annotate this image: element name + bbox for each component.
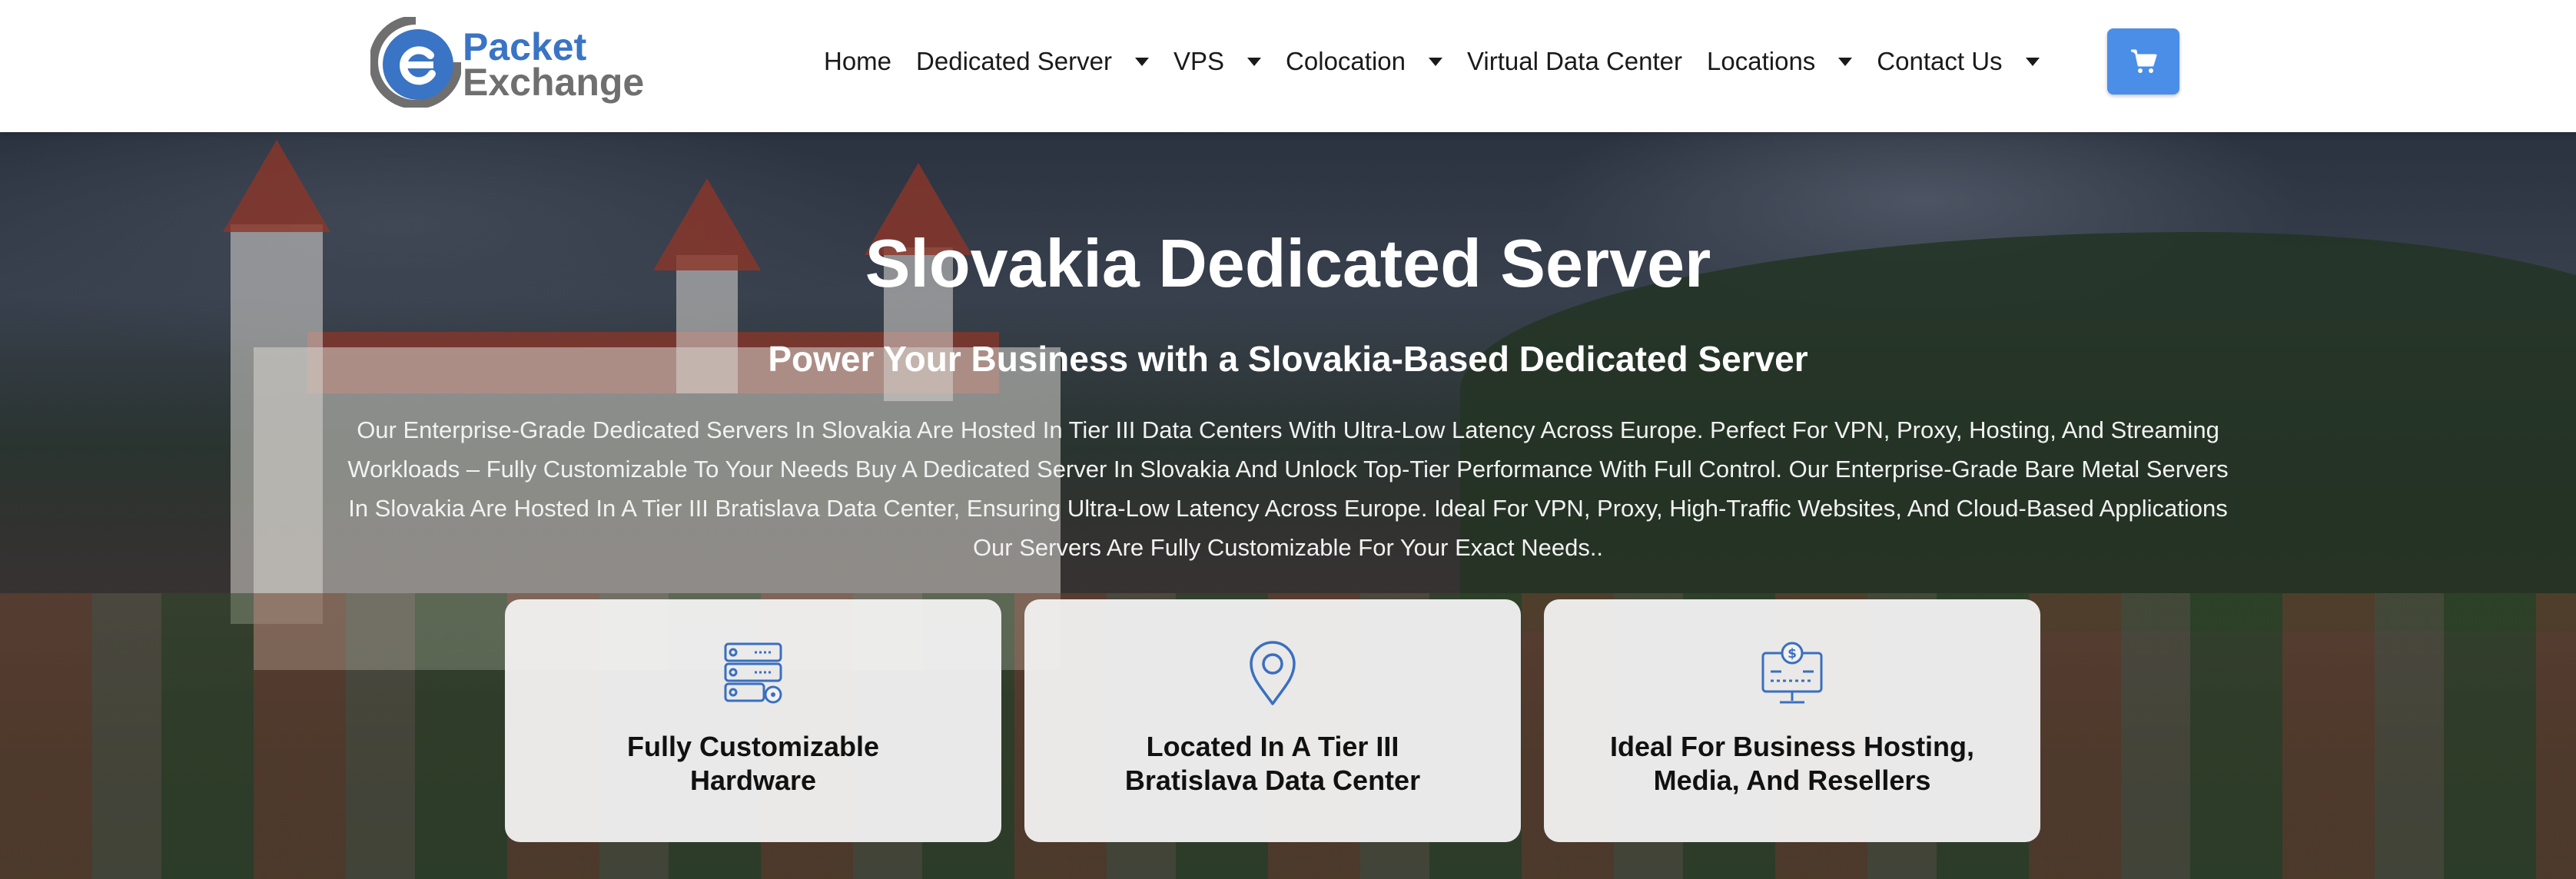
feature-card-location: Located In A Tier III Bratislava Data Ce…: [1024, 599, 1521, 842]
page-title: Slovakia Dedicated Server: [865, 225, 1711, 301]
cart-button[interactable]: [2107, 28, 2179, 95]
feature-label-business: Ideal For Business Hosting, Media, And R…: [1567, 730, 2017, 798]
hero-section: Slovakia Dedicated Server Power Your Bus…: [0, 132, 2576, 879]
feature-label-location-line1: Located In A Tier III: [1146, 731, 1399, 762]
feature-label-business-line1: Ideal For Business Hosting,: [1609, 731, 1975, 762]
location-pin-icon: [1250, 641, 1296, 705]
nav-virtual-data-center-label: Virtual Data Center: [1466, 47, 1683, 75]
nav-contact-us[interactable]: Contact Us: [1877, 47, 2040, 76]
feature-card-business: $ Ideal For Business Hosting, Media, And…: [1544, 599, 2040, 842]
hero-description: Our Enterprise-Grade Dedicated Servers I…: [347, 416, 2229, 561]
background-tower-roof-left: [223, 140, 330, 232]
caret-down-icon: [1135, 57, 1149, 66]
nav-colocation-label: Colocation: [1286, 47, 1406, 75]
logo-mark-icon: [370, 17, 461, 108]
feature-card-customizable: Fully Customizable Hardware: [505, 599, 1001, 842]
nav-home[interactable]: Home: [824, 47, 891, 76]
nav-virtual-data-center[interactable]: Virtual Data Center: [1467, 47, 1682, 76]
nav-colocation[interactable]: Colocation: [1286, 47, 1442, 76]
server-gear-icon: [724, 642, 782, 704]
nav-contact-us-label: Contact Us: [1877, 47, 2003, 75]
feature-label-customizable: Fully Customizable Hardware: [528, 730, 978, 798]
feature-label-customizable-line1: Fully Customizable: [626, 731, 880, 762]
feature-label-location: Located In A Tier III Bratislava Data Ce…: [1047, 730, 1498, 798]
logo-text-exchange: Exchange: [463, 61, 645, 104]
caret-down-icon: [1428, 57, 1442, 66]
monitor-dollar-icon: $: [1761, 642, 1823, 704]
feature-label-business-line2: Media, And Resellers: [1653, 765, 1931, 796]
nav-vps-label: VPS: [1173, 47, 1225, 75]
nav-locations-label: Locations: [1707, 47, 1816, 75]
feature-label-location-line2: Bratislava Data Center: [1124, 765, 1421, 796]
nav-dedicated-server-label: Dedicated Server: [916, 47, 1112, 75]
nav-home-label: Home: [824, 47, 892, 75]
hero-subtitle: Power Your Business with a Slovakia-Base…: [768, 339, 1808, 379]
main-nav: Home Dedicated Server VPS Colocation Vir…: [824, 42, 2064, 81]
svg-text:$: $: [1788, 646, 1797, 662]
caret-down-icon: [2025, 57, 2040, 66]
shopping-cart-icon: [2131, 49, 2157, 73]
nav-dedicated-server[interactable]: Dedicated Server: [916, 47, 1149, 76]
nav-vps[interactable]: VPS: [1173, 47, 1262, 76]
caret-down-icon: [1838, 57, 1853, 66]
caret-down-icon: [1247, 57, 1262, 66]
feature-label-customizable-line2: Hardware: [689, 765, 817, 796]
nav-locations[interactable]: Locations: [1707, 47, 1853, 76]
site-header: Packet Exchange Home Dedicated Server VP…: [0, 0, 2576, 132]
packet-exchange-logo[interactable]: Packet Exchange: [370, 17, 647, 108]
